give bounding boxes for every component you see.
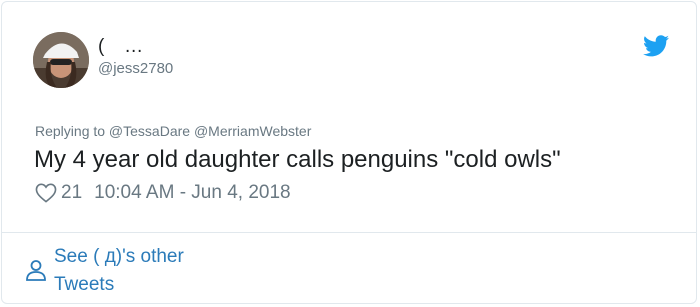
twitter-bird-icon[interactable] [643,35,669,57]
see-other-line2: Tweets [54,274,115,295]
tweet-text: My 4 year old daughter calls penguins "c… [34,146,561,173]
see-other-tweets-link[interactable]: See ( д)'s other Tweets [24,243,254,299]
see-other-line1: See ( д)'s other [54,246,184,267]
display-name[interactable]: ( … [98,36,144,58]
heart-icon[interactable] [35,183,57,203]
see-other-label[interactable]: See ( д)'s other Tweets [54,243,254,299]
person-icon [26,260,46,281]
avatar-image [33,32,89,88]
divider [2,232,696,233]
avatar[interactable] [33,32,89,88]
replying-to[interactable]: Replying to @TessaDare @MerriamWebster [35,123,311,139]
user-handle[interactable]: @jess2780 [98,60,173,77]
tweet-card: ( … @jess2780 Replying to @TessaDare @Me… [1,1,697,304]
timestamp[interactable]: 10:04 AM - Jun 4, 2018 [94,182,290,204]
like-count[interactable]: 21 [61,182,82,204]
tweet-meta: 21 10:04 AM - Jun 4, 2018 [35,182,291,204]
